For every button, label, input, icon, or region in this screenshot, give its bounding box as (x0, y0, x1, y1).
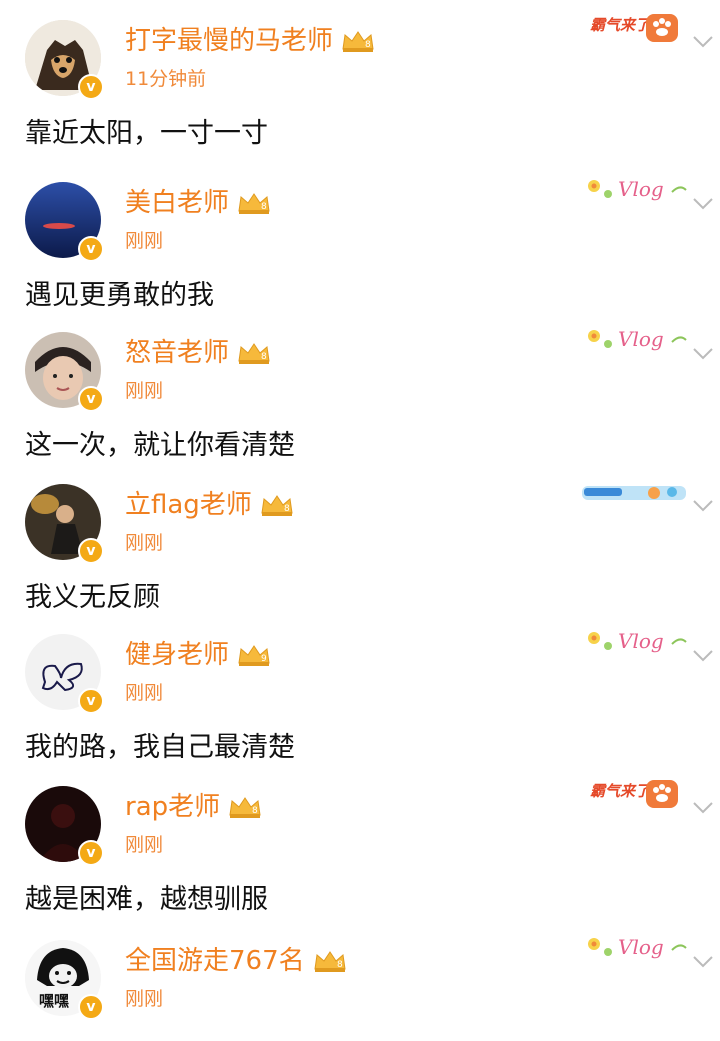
crown-level-icon: 8 (229, 797, 261, 818)
level-number: 8 (365, 40, 371, 50)
level-number: 8 (337, 960, 343, 970)
level-number: 8 (284, 504, 290, 514)
crown-level-icon: 9 (238, 645, 270, 666)
post-content: 靠近太阳，一寸一寸 (25, 118, 268, 149)
svg-text:Vlog: Vlog (618, 935, 664, 959)
verified-v-icon: v (78, 386, 104, 412)
crown-level-icon: 8 (314, 951, 346, 972)
paw-icon (646, 14, 678, 42)
post-card: v 打字最慢的马老师 8 11分钟前 靠近太阳，一寸一寸 霸气来了 (0, 0, 720, 150)
post-card: v 立flag老师 8 刚刚 我义无反顾 (0, 464, 720, 614)
card-decoration: Vlog (582, 320, 692, 360)
svg-text:Vlog: Vlog (618, 177, 664, 201)
username[interactable]: 健身老师 (125, 638, 229, 672)
chevron-down-icon[interactable] (690, 190, 716, 216)
post-card: 嘿嘿 v 全国游走767名 8 刚刚 Vlog (0, 920, 720, 1041)
card-decoration: 霸气来了 (582, 774, 692, 814)
verified-v-icon: v (78, 688, 104, 714)
post-time: 11分钟前 (125, 68, 207, 90)
post-time: 刚刚 (125, 682, 164, 704)
card-decoration: Vlog (582, 170, 692, 210)
post-time: 刚刚 (125, 230, 164, 252)
post-time: 刚刚 (125, 988, 164, 1010)
crown-level-icon: 8 (238, 343, 270, 364)
vlog-flower-icon: Vlog (588, 935, 687, 959)
verified-v-icon: v (78, 994, 104, 1020)
paw-icon (646, 780, 678, 808)
vlog-flower-icon: Vlog (588, 327, 687, 351)
level-number: 8 (261, 352, 267, 362)
chevron-down-icon[interactable] (690, 948, 716, 974)
username[interactable]: 立flag老师 (125, 488, 252, 522)
decoration-label: 霸气来了 (590, 782, 651, 800)
crown-level-icon: 8 (238, 193, 270, 214)
crown-level-icon: 8 (261, 495, 293, 516)
level-number: 8 (261, 202, 267, 212)
chevron-down-icon[interactable] (690, 794, 716, 820)
post-card: v rap老师 8 刚刚 越是困难，越想驯服 霸气来了 (0, 766, 720, 916)
verified-v-icon: v (78, 538, 104, 564)
post-content: 我的路，我自己最清楚 (25, 732, 295, 763)
chevron-down-icon[interactable] (690, 642, 716, 668)
svg-text:Vlog: Vlog (618, 327, 664, 351)
post-card: v 怒音老师 8 刚刚 这一次，就让你看清楚 Vlog (0, 312, 720, 462)
post-time: 刚刚 (125, 532, 164, 554)
card-decoration: Vlog (582, 928, 692, 968)
username[interactable]: 打字最慢的马老师 (125, 24, 333, 58)
username[interactable]: 全国游走767名 (125, 944, 305, 978)
svg-text:Vlog: Vlog (618, 629, 664, 653)
crown-level-icon: 8 (342, 31, 374, 52)
decoration-label: 霸气来了 (590, 16, 651, 34)
card-decoration: Vlog (582, 622, 692, 662)
card-decoration (582, 482, 692, 504)
post-time: 刚刚 (125, 380, 164, 402)
avatar-caption: 嘿嘿 (39, 992, 70, 1010)
post-card: v 健身老师 9 刚刚 我的路，我自己最清楚 Vlog (0, 614, 720, 764)
vlog-flower-icon: Vlog (588, 177, 687, 201)
chevron-down-icon[interactable] (690, 492, 716, 518)
verified-v-icon: v (78, 236, 104, 262)
post-time: 刚刚 (125, 834, 164, 856)
username[interactable]: 美白老师 (125, 186, 229, 220)
chevron-down-icon[interactable] (690, 340, 716, 366)
card-decoration: 霸气来了 (582, 8, 692, 48)
post-card: v 美白老师 8 刚刚 遇见更勇敢的我 Vlog (0, 162, 720, 312)
verified-v-icon: v (78, 74, 104, 100)
verified-v-icon: v (78, 840, 104, 866)
level-number: 9 (261, 654, 267, 664)
vlog-flower-icon: Vlog (588, 629, 687, 653)
username[interactable]: 怒音老师 (125, 336, 229, 370)
banner-strip-icon (582, 486, 686, 500)
post-content: 这一次，就让你看清楚 (25, 430, 295, 461)
chevron-down-icon[interactable] (690, 28, 716, 54)
post-content: 越是困难，越想驯服 (25, 884, 268, 915)
username[interactable]: rap老师 (125, 790, 220, 824)
level-number: 8 (252, 806, 258, 816)
post-content: 遇见更勇敢的我 (25, 280, 214, 311)
post-content: 我义无反顾 (25, 582, 160, 613)
